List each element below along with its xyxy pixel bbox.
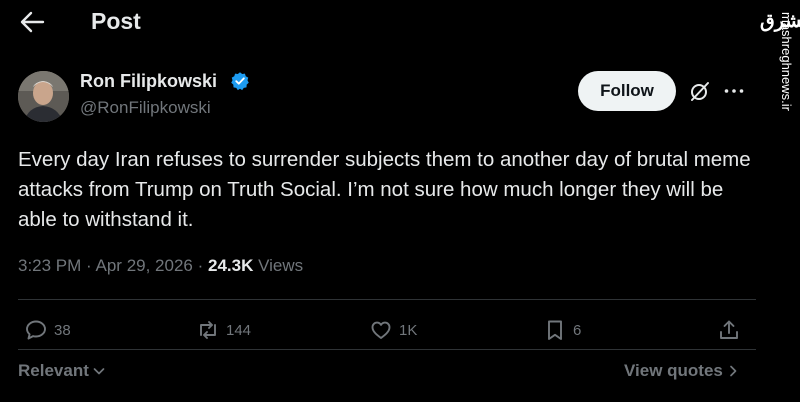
like-count: 1K <box>399 321 418 339</box>
post-text: Every day Iran refuses to surrender subj… <box>18 148 751 231</box>
share-button[interactable] <box>717 317 741 343</box>
top-bar: Post <box>0 0 760 44</box>
chevron-down-icon <box>93 368 105 375</box>
grok-icon[interactable] <box>688 79 712 103</box>
watermark: مشرق mashreghnews.ir <box>760 0 800 130</box>
repost-count: 144 <box>226 321 252 339</box>
watermark-site: mashreghnews.ir <box>779 12 794 111</box>
arrow-left-icon <box>20 11 45 33</box>
sort-dropdown[interactable]: Relevant <box>18 361 106 381</box>
avatar-photo <box>18 71 69 122</box>
chevron-right-icon <box>730 365 737 377</box>
sort-label: Relevant <box>18 361 89 380</box>
heart-icon <box>371 321 391 339</box>
reply-count: 38 <box>54 321 71 339</box>
post-date[interactable]: Apr 29, 2026 <box>96 256 193 275</box>
reply-icon <box>26 320 46 340</box>
page-title: Post <box>91 8 141 34</box>
views-label: Views <box>258 256 304 275</box>
repost-button[interactable]: 144 <box>196 317 251 343</box>
reply-button[interactable]: 38 <box>24 317 71 343</box>
post-metadata: 3:23 PM · Apr 29, 2026 · 24.3K Views <box>18 256 303 276</box>
verified-badge-icon <box>230 71 250 91</box>
more-options-icon[interactable] <box>722 79 746 103</box>
follow-button[interactable]: Follow <box>578 71 676 111</box>
author-name[interactable]: Ron Filipkowski <box>80 71 217 92</box>
divider <box>18 349 756 350</box>
share-icon <box>720 320 738 339</box>
separator-dot: · <box>86 256 92 275</box>
avatar[interactable] <box>18 71 69 122</box>
post-time[interactable]: 3:23 PM <box>18 256 81 275</box>
bookmark-count: 6 <box>573 321 582 339</box>
back-button[interactable] <box>18 9 46 35</box>
view-quotes-link[interactable]: View quotes <box>624 361 740 381</box>
bookmark-icon <box>548 320 562 340</box>
divider <box>18 299 756 300</box>
separator-dot: · <box>197 256 204 275</box>
views-count: 24.3K <box>208 256 254 275</box>
repost-icon <box>200 321 216 339</box>
bookmark-button[interactable]: 6 <box>543 317 581 343</box>
author-handle[interactable]: @RonFilipkowski <box>80 98 211 118</box>
view-quotes-label: View quotes <box>624 361 723 380</box>
like-button[interactable]: 1K <box>369 317 417 343</box>
